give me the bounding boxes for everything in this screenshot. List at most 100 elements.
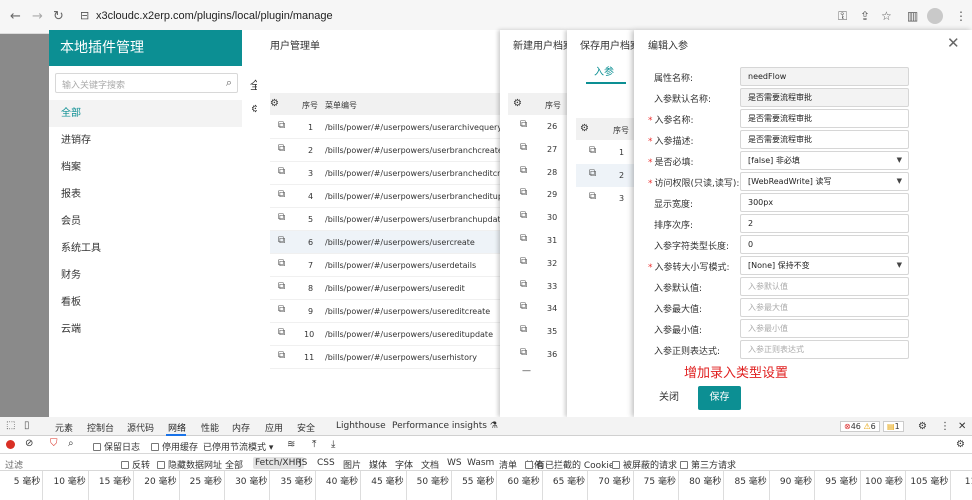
copy-icon[interactable]: ⧉	[520, 165, 527, 176]
blocked-cookie-checkbox[interactable]: 有已拦截的 Cookie	[525, 458, 614, 471]
copy-icon[interactable]: ⧉	[278, 350, 285, 361]
filter-type[interactable]: Wasm	[465, 457, 496, 469]
inspect-icon[interactable]: ⬚	[6, 420, 15, 431]
sidebar-item-system-tools[interactable]: 系统工具	[49, 235, 242, 262]
network-settings-icon[interactable]: ⚙	[956, 439, 965, 450]
copy-icon[interactable]: ⧉	[278, 258, 285, 269]
sidebar-item-archive[interactable]: 档案	[49, 154, 242, 181]
copy-icon[interactable]: ⧉	[520, 210, 527, 221]
copy-icon[interactable]: ⧉	[278, 281, 285, 292]
tab-performance-insights[interactable]: Performance insights ⚗	[392, 421, 498, 431]
tab-lighthouse[interactable]: Lighthouse	[336, 421, 386, 431]
field-input[interactable]: 300px	[740, 193, 909, 212]
copy-icon[interactable]: ⧉	[520, 279, 527, 290]
filter-type[interactable]: 文档	[419, 457, 441, 472]
field-select[interactable]: [WebReadWrite] 读写 ▼	[740, 172, 909, 191]
close-icon[interactable]: ✕	[947, 34, 960, 52]
tab-input-params[interactable]: 入参	[594, 63, 614, 78]
key-icon[interactable]: ⚿	[838, 9, 847, 24]
copy-icon[interactable]: ⧉	[278, 120, 285, 131]
field-select[interactable]: [None] 保持不变 ▼	[740, 256, 909, 275]
copy-icon[interactable]: ⧉	[589, 145, 596, 156]
preserve-log-checkbox[interactable]: 保留日志	[93, 440, 140, 453]
copy-icon[interactable]: ⧉	[520, 233, 527, 244]
copy-icon[interactable]: ⧉	[278, 143, 285, 154]
filter-icon[interactable]: ⛉	[50, 438, 58, 449]
issues-badge[interactable]: ⊗46 ⚠6	[840, 421, 880, 432]
field-input[interactable]: 入参最小值	[740, 319, 909, 338]
panel2-gear-icon[interactable]: ⚙	[513, 98, 522, 109]
star-icon[interactable]: ☆	[881, 9, 892, 23]
copy-icon[interactable]: ⧉	[520, 256, 527, 267]
devtools-more-icon[interactable]: ⋮	[940, 421, 950, 432]
third-party-checkbox[interactable]: 第三方请求	[680, 458, 736, 471]
sidebar-item-all[interactable]: 全部	[49, 100, 242, 127]
field-input[interactable]: 入参默认值	[740, 277, 909, 296]
copy-icon[interactable]: ⧉	[278, 189, 285, 200]
menu-icon[interactable]: ⋮	[955, 9, 967, 23]
copy-icon[interactable]: ⧉	[278, 166, 285, 177]
filter-type[interactable]: 媒体	[367, 457, 389, 472]
copy-icon[interactable]: ⧉	[520, 324, 527, 335]
download-icon[interactable]: ⤓	[331, 439, 335, 450]
tab-sources[interactable]: 源代码	[127, 421, 154, 434]
invert-checkbox[interactable]: 反转	[121, 458, 150, 471]
network-conditions-icon[interactable]: ≋	[287, 439, 295, 450]
panel3-gear-icon[interactable]: ⚙	[580, 123, 589, 134]
copy-icon[interactable]: ⧉	[278, 212, 285, 223]
sidebar-item-finance[interactable]: 财务	[49, 262, 242, 289]
devtools-settings-icon[interactable]: ⚙	[918, 421, 927, 432]
filter-type[interactable]: JS	[297, 457, 309, 469]
filter-type[interactable]: CSS	[315, 457, 337, 469]
copy-icon[interactable]: ⧉	[520, 119, 527, 130]
record-icon[interactable]	[6, 440, 15, 449]
copy-icon[interactable]: ⧉	[589, 191, 596, 202]
field-input[interactable]: 0	[740, 235, 909, 254]
sidebar-item-dashboard[interactable]: 看板	[49, 289, 242, 316]
filter-type[interactable]: 字体	[393, 457, 415, 472]
disable-cache-checkbox[interactable]: 停用缓存	[151, 440, 198, 453]
search-input[interactable]: 输入关键字搜索 ⌕	[55, 73, 238, 93]
tab-network[interactable]: 网络	[168, 421, 186, 434]
filter-type[interactable]: WS	[445, 457, 464, 469]
devtools-close-icon[interactable]: ✕	[958, 421, 966, 432]
field-select[interactable]: [false] 非必填 ▼	[740, 151, 909, 170]
copy-icon[interactable]: ⧉	[278, 235, 285, 246]
filter-type[interactable]: 清单	[497, 457, 519, 472]
tab-elements[interactable]: 元素	[55, 421, 73, 434]
close-button[interactable]: 关闭	[649, 386, 689, 410]
tab-memory[interactable]: 内存	[232, 421, 250, 434]
field-input[interactable]: 是否需要流程审批	[740, 109, 909, 128]
sidebar-item-inventory[interactable]: 进销存	[49, 127, 242, 154]
search-network-icon[interactable]: ⌕	[68, 438, 74, 449]
filter-input[interactable]: 过滤	[5, 458, 23, 471]
reload-icon[interactable]: ↻	[53, 9, 64, 24]
tab-performance[interactable]: 性能	[201, 421, 219, 434]
filter-type[interactable]: 全部	[223, 457, 245, 472]
tab-security[interactable]: 安全	[297, 421, 315, 434]
throttle-select[interactable]: 已停用节流模式 ▾	[203, 440, 273, 453]
url-text[interactable]: x3cloudc.x2erp.com/plugins/local/plugin/…	[96, 10, 333, 22]
sidebar-item-report[interactable]: 报表	[49, 181, 242, 208]
tab-console[interactable]: 控制台	[87, 421, 114, 434]
field-input[interactable]: 2	[740, 214, 909, 233]
clear-icon[interactable]: ⊘	[25, 438, 33, 449]
sidebar-item-member[interactable]: 会员	[49, 208, 242, 235]
share-icon[interactable]: ⇪	[860, 9, 870, 23]
tab-application[interactable]: 应用	[265, 421, 283, 434]
copy-icon[interactable]: ⧉	[520, 142, 527, 153]
device-toggle-icon[interactable]: ▯	[24, 420, 30, 431]
search-icon[interactable]: ⌕	[226, 76, 232, 90]
field-input[interactable]: 入参正则表达式	[740, 340, 909, 359]
blocked-requests-checkbox[interactable]: 被屏蔽的请求	[612, 458, 677, 471]
site-info-icon[interactable]: ⊟	[80, 9, 89, 22]
upload-icon[interactable]: ⤒	[312, 439, 316, 450]
copy-icon[interactable]: ⧉	[278, 304, 285, 315]
sidebar-icon[interactable]: ▥	[907, 9, 918, 23]
info-badge[interactable]: ▤1	[883, 421, 904, 432]
copy-icon[interactable]: ⧉	[589, 168, 596, 179]
save-button[interactable]: 保存	[698, 386, 741, 410]
back-icon[interactable]: ←	[10, 9, 21, 24]
forward-icon[interactable]: →	[32, 9, 43, 24]
copy-icon[interactable]: ⧉	[520, 301, 527, 312]
